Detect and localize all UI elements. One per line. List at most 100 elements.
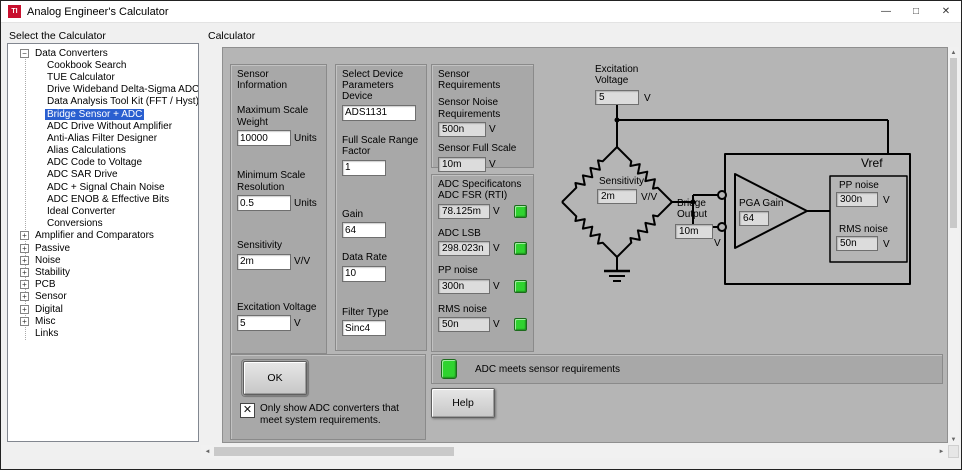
tree-item-drive-wideband-delta-sigma-adc[interactable]: Drive Wideband Delta-Sigma ADC — [8, 84, 198, 96]
field-label: Gain — [342, 209, 420, 221]
close-icon[interactable]: ✕ — [931, 1, 961, 22]
tree-item-digital[interactable]: +Digital — [8, 303, 198, 315]
horizontal-scrollbar-thumb[interactable] — [214, 447, 454, 456]
maximize-icon[interactable]: □ — [901, 1, 931, 22]
tree-item-label: Anti-Alias Filter Designer — [45, 133, 159, 144]
horizontal-scrollbar[interactable]: ◄ ► — [201, 445, 948, 458]
tree-item-label: Alias Calculations — [45, 145, 128, 156]
collapse-icon[interactable]: − — [20, 49, 29, 58]
tree-item-links[interactable]: Links — [8, 327, 198, 339]
checkbox-checked-icon: ✕ — [243, 405, 252, 416]
excitation-voltage-input[interactable] — [237, 315, 291, 331]
pp-noise-pass-led — [514, 280, 527, 293]
circuit-pga-gain-label: PGA Gain — [739, 198, 783, 209]
tree-item-label: Sensor — [33, 291, 69, 302]
expand-icon[interactable]: + — [20, 280, 29, 289]
tree-item-cookbook-search[interactable]: Cookbook Search — [8, 59, 198, 71]
tree-item-passive[interactable]: +Passive — [8, 242, 198, 254]
tree-item-label: Amplifier and Comparators — [33, 230, 156, 241]
group-title: Select Device Parameters — [342, 69, 420, 91]
tree-item-label: ADC Code to Voltage — [45, 157, 144, 168]
expand-icon[interactable]: + — [20, 268, 29, 277]
circuit-bridge-output-value: 10m — [675, 224, 713, 239]
tree-item-adc-code-to-voltage[interactable]: ADC Code to Voltage — [8, 157, 198, 169]
vertical-scrollbar[interactable]: ▲ ▼ — [948, 47, 959, 445]
tree-item-label: Noise — [33, 255, 63, 266]
rms-noise-pass-led — [514, 318, 527, 331]
tree-item-ideal-converter[interactable]: Ideal Converter — [8, 205, 198, 217]
adc-fsr-pass-led — [514, 205, 527, 218]
filter-type-input[interactable] — [342, 320, 386, 336]
device-input[interactable] — [342, 105, 416, 121]
sensitivity-input[interactable] — [237, 254, 291, 270]
tree-item-adc-drive-without-amplifier[interactable]: ADC Drive Without Amplifier — [8, 120, 198, 132]
tree-item-adc-signal-chain-noise[interactable]: ADC + Signal Chain Noise — [8, 181, 198, 193]
tree-item-label: TUE Calculator — [45, 72, 117, 83]
tree-item-adc-sar-drive[interactable]: ADC SAR Drive — [8, 169, 198, 181]
tree-item-noise[interactable]: + Noise — [8, 254, 198, 266]
tree-item-anti-alias-filter-designer[interactable]: Anti-Alias Filter Designer — [8, 132, 198, 144]
circuit-pp-noise-value: 300n — [836, 192, 878, 207]
help-button[interactable]: Help — [431, 388, 495, 418]
expand-icon[interactable]: + — [20, 305, 29, 314]
scroll-up-icon[interactable]: ▲ — [948, 47, 959, 58]
data-rate-input[interactable] — [342, 266, 386, 282]
scroll-down-icon[interactable]: ▼ — [948, 434, 959, 445]
expand-icon[interactable]: + — [20, 256, 29, 265]
tree-item-data-analysis-tool-kit[interactable]: Data Analysis Tool Kit (FFT / Hyst) — [8, 96, 198, 108]
status-bar: ADC meets sensor requirements — [431, 354, 943, 384]
filter-checkbox[interactable]: ✕ — [240, 403, 255, 418]
scroll-right-icon[interactable]: ► — [935, 445, 948, 458]
circuit-rms-noise-value: 50n — [836, 236, 878, 251]
pp-noise-value: 300n — [438, 279, 490, 294]
tree-item-conversions[interactable]: Conversions — [8, 218, 198, 230]
tree-item-alias-calculations[interactable]: Alias Calculations — [8, 145, 198, 157]
tree-item-data-converters[interactable]: − Data Converters — [8, 47, 198, 59]
unit-label: V — [883, 239, 890, 250]
filter-checkbox-label: Only show ADC converters that meet syste… — [260, 403, 412, 426]
tree-item-sensor[interactable]: + Sensor — [8, 291, 198, 303]
sensor-requirements-group: Sensor Requirements Sensor Noise Require… — [431, 64, 534, 168]
gain-input[interactable] — [342, 222, 386, 238]
tree-item-label: Links — [33, 328, 60, 339]
field-label: Excitation Voltage — [237, 302, 320, 314]
unit-label: V/V — [294, 256, 310, 267]
circuit-pp-noise-label: PP noise — [839, 180, 879, 191]
unit-label: Units — [294, 198, 317, 209]
field-label: Device — [342, 91, 420, 103]
tree-item-tue-calculator[interactable]: TUE Calculator — [8, 71, 198, 83]
minimize-icon[interactable]: — — [871, 1, 901, 22]
field-label: RMS noise — [438, 304, 527, 316]
circuit-sensitivity-value: 2m — [597, 189, 637, 204]
unit-label: V — [883, 195, 890, 206]
expand-icon[interactable]: + — [20, 231, 29, 240]
maximum-scale-weight-input[interactable] — [237, 130, 291, 146]
circuit-pga-gain-value: 64 — [739, 211, 769, 226]
unit-label: V — [493, 319, 500, 330]
ok-button[interactable]: OK — [243, 361, 307, 395]
tree-item-pcb[interactable]: + PCB — [8, 279, 198, 291]
tree-item-label: PCB — [33, 279, 58, 290]
expand-icon[interactable]: + — [20, 244, 29, 253]
full-scale-range-factor-input[interactable] — [342, 160, 386, 176]
field-label: Sensor Noise Requirements — [438, 97, 527, 120]
status-message: ADC meets sensor requirements — [475, 364, 620, 375]
expand-icon[interactable]: + — [20, 317, 29, 326]
tree-item-stability[interactable]: +Stability — [8, 266, 198, 278]
tree-item-misc[interactable]: +Misc — [8, 315, 198, 327]
expand-icon[interactable]: + — [20, 292, 29, 301]
vertical-scrollbar-thumb[interactable] — [950, 58, 957, 228]
group-title: ADC Specificatons — [438, 179, 527, 190]
sensor-full-scale-value: 10m — [438, 157, 486, 172]
field-label: Sensor Full Scale — [438, 143, 527, 155]
minimum-scale-resolution-input[interactable] — [237, 195, 291, 211]
tree-item-label: ADC SAR Drive — [45, 169, 120, 180]
tree-item-adc-enob-effective-bits[interactable]: ADC ENOB & Effective Bits — [8, 193, 198, 205]
tree-item-amplifier-and-comparators[interactable]: + Amplifier and Comparators — [8, 230, 198, 242]
tree-item-bridge-sensor-adc[interactable]: Bridge Sensor + ADC — [8, 108, 198, 120]
unit-label: V — [294, 318, 301, 329]
group-title: Sensor Requirements — [438, 69, 527, 91]
tree-panel-label: Select the Calculator — [9, 30, 106, 42]
circuit-bridge-output-label: Bridge Output — [677, 198, 719, 220]
scroll-left-icon[interactable]: ◄ — [201, 445, 214, 458]
